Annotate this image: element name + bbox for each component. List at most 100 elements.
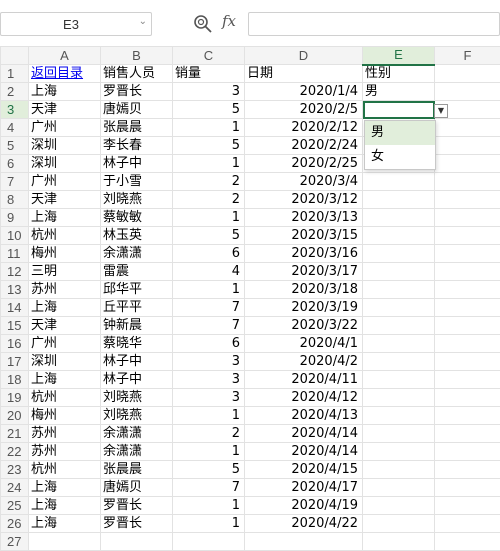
cell-a[interactable]: 广州 <box>29 173 101 191</box>
cell-e[interactable] <box>363 407 435 425</box>
column-header-active[interactable]: E <box>363 47 435 65</box>
cell-c[interactable]: 1 <box>173 209 245 227</box>
cell-b[interactable]: 丘平平 <box>101 299 173 317</box>
cell-e[interactable] <box>363 443 435 461</box>
cell-b[interactable]: 余潇潇 <box>101 425 173 443</box>
cell-f[interactable] <box>435 173 500 191</box>
cell-e[interactable] <box>363 533 435 551</box>
cell-b[interactable]: 罗晋长 <box>101 497 173 515</box>
cell-d[interactable]: 2020/3/17 <box>245 263 363 281</box>
cell-f[interactable] <box>435 461 500 479</box>
cell-f[interactable] <box>435 155 500 173</box>
row-header[interactable]: 23 <box>1 461 29 479</box>
row-header[interactable]: 22 <box>1 443 29 461</box>
cell-f[interactable] <box>435 371 500 389</box>
cell-f[interactable] <box>435 209 500 227</box>
cell-b[interactable]: 蔡晓华 <box>101 335 173 353</box>
cell-a[interactable]: 深圳 <box>29 155 101 173</box>
cell-e[interactable] <box>363 245 435 263</box>
cell-e[interactable] <box>363 191 435 209</box>
cell-c[interactable] <box>173 533 245 551</box>
cell-d[interactable]: 2020/2/12 <box>245 119 363 137</box>
cell-a[interactable]: 杭州 <box>29 389 101 407</box>
cell-a[interactable] <box>29 533 101 551</box>
cell-d[interactable] <box>245 533 363 551</box>
column-header[interactable]: D <box>245 47 363 65</box>
row-header[interactable]: 20 <box>1 407 29 425</box>
row-header[interactable]: 6 <box>1 155 29 173</box>
cell-d[interactable]: 2020/2/24 <box>245 137 363 155</box>
cell-b[interactable]: 张晨晨 <box>101 461 173 479</box>
dropdown-option[interactable]: 男 <box>365 121 435 145</box>
cell-a[interactable]: 上海 <box>29 83 101 101</box>
cell-e[interactable] <box>363 263 435 281</box>
cell-d[interactable]: 2020/4/19 <box>245 497 363 515</box>
cell-a[interactable]: 上海 <box>29 497 101 515</box>
cell-f[interactable] <box>435 353 500 371</box>
column-header[interactable]: C <box>173 47 245 65</box>
cell-d[interactable]: 2020/3/15 <box>245 227 363 245</box>
cell-c[interactable]: 2 <box>173 191 245 209</box>
cell-c[interactable]: 3 <box>173 389 245 407</box>
cell-a[interactable]: 上海 <box>29 299 101 317</box>
cell-c[interactable]: 1 <box>173 443 245 461</box>
cell-d[interactable]: 2020/4/22 <box>245 515 363 533</box>
cell-f[interactable] <box>435 245 500 263</box>
cell-f[interactable] <box>435 407 500 425</box>
cell-a[interactable]: 上海 <box>29 371 101 389</box>
cell-a[interactable]: 上海 <box>29 479 101 497</box>
cell-c[interactable]: 7 <box>173 479 245 497</box>
cell-a[interactable]: 苏州 <box>29 443 101 461</box>
cell-c[interactable]: 销量 <box>173 65 245 83</box>
cell-e[interactable] <box>363 173 435 191</box>
cell-f[interactable] <box>435 479 500 497</box>
cell-d[interactable]: 2020/3/19 <box>245 299 363 317</box>
cell-e[interactable]: 男 <box>363 83 435 101</box>
row-header[interactable]: 15 <box>1 317 29 335</box>
cell-f[interactable] <box>435 533 500 551</box>
cell-d[interactable]: 2020/3/18 <box>245 281 363 299</box>
cell-a[interactable]: 广州 <box>29 335 101 353</box>
cell-d[interactable]: 日期 <box>245 65 363 83</box>
row-header[interactable]: 26 <box>1 515 29 533</box>
row-header[interactable]: 3 <box>1 101 29 119</box>
cell-b[interactable]: 刘晓燕 <box>101 191 173 209</box>
cell-c[interactable]: 1 <box>173 407 245 425</box>
cell-d[interactable]: 2020/4/14 <box>245 425 363 443</box>
cell-f[interactable] <box>435 263 500 281</box>
cell-a[interactable]: 天津 <box>29 101 101 119</box>
chevron-down-icon[interactable]: ⌄ <box>139 16 147 27</box>
row-header[interactable]: 5 <box>1 137 29 155</box>
column-header[interactable]: F <box>435 47 500 65</box>
cell-c[interactable]: 1 <box>173 155 245 173</box>
cell-b[interactable]: 林玉英 <box>101 227 173 245</box>
cell-d[interactable]: 2020/3/12 <box>245 191 363 209</box>
cell-c[interactable]: 7 <box>173 299 245 317</box>
back-to-index-link[interactable]: 返回目录 <box>29 65 101 83</box>
cell-b[interactable]: 蔡敏敏 <box>101 209 173 227</box>
cell-e[interactable] <box>363 335 435 353</box>
cell-d[interactable]: 2020/4/2 <box>245 353 363 371</box>
row-header[interactable]: 14 <box>1 299 29 317</box>
cell-c[interactable]: 3 <box>173 371 245 389</box>
cell-f[interactable] <box>435 119 500 137</box>
cell-f[interactable] <box>435 335 500 353</box>
cell-e[interactable]: 性别 <box>363 65 435 83</box>
cell-e[interactable] <box>363 515 435 533</box>
cell-f[interactable] <box>435 389 500 407</box>
cell-c[interactable]: 2 <box>173 425 245 443</box>
cell-d[interactable]: 2020/4/15 <box>245 461 363 479</box>
cell-c[interactable]: 5 <box>173 101 245 119</box>
cell-a[interactable]: 杭州 <box>29 227 101 245</box>
row-header[interactable]: 24 <box>1 479 29 497</box>
row-header[interactable]: 25 <box>1 497 29 515</box>
cell-b[interactable]: 钟新晨 <box>101 317 173 335</box>
cell-b[interactable]: 林子中 <box>101 353 173 371</box>
row-header[interactable]: 11 <box>1 245 29 263</box>
cell-f[interactable] <box>435 443 500 461</box>
row-header[interactable]: 8 <box>1 191 29 209</box>
row-header[interactable]: 17 <box>1 353 29 371</box>
row-header[interactable]: 19 <box>1 389 29 407</box>
cell-d[interactable]: 2020/3/22 <box>245 317 363 335</box>
cell-b[interactable]: 余潇潇 <box>101 443 173 461</box>
